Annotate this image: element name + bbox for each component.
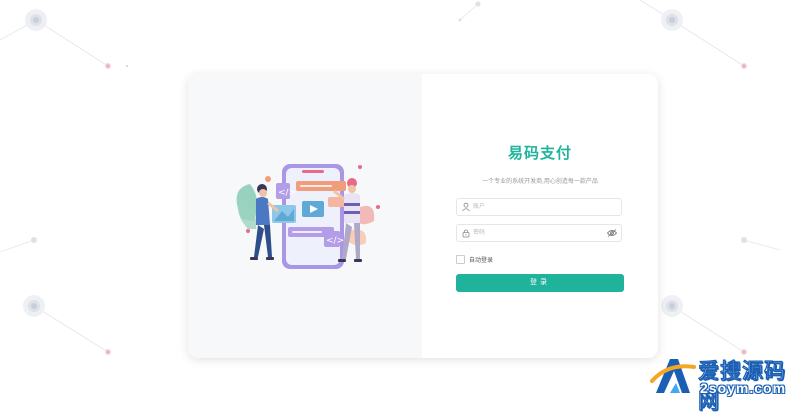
watermark-logo-icon [650, 359, 696, 393]
app-subtitle: 一个专业的系统开发商,用心创造每一款产品 [482, 179, 598, 185]
watermark-url: 2soym.com [700, 380, 787, 396]
illustration: </> </> [236, 164, 380, 269]
password-input[interactable] [473, 225, 603, 241]
remember-me[interactable]: 自动登录 [456, 255, 493, 264]
app-title: 易码支付 [507, 145, 572, 162]
remember-label: 自动登录 [469, 258, 494, 264]
username-input[interactable] [473, 199, 603, 215]
login-button[interactable]: 登录 [456, 274, 624, 292]
username-field[interactable] [456, 198, 622, 216]
remember-checkbox[interactable] [456, 255, 465, 264]
illustration-panel: </> </> [188, 74, 422, 358]
svg-text:</>: </> [326, 236, 344, 246]
user-icon [462, 202, 470, 212]
login-form-panel: 易码支付 一个专业的系统开发商,用心创造每一款产品 自 [422, 74, 658, 358]
lock-icon [462, 229, 470, 238]
eye-icon[interactable] [607, 229, 617, 237]
watermark: 爱搜源码网 2soym.com [650, 353, 798, 413]
password-field[interactable] [456, 224, 622, 242]
login-card: </> </> 易码支付 一个专业的系统开发商,用心创造每一款产品 账户 自动登… [188, 74, 658, 358]
svg-text:</>: </> [278, 188, 296, 198]
